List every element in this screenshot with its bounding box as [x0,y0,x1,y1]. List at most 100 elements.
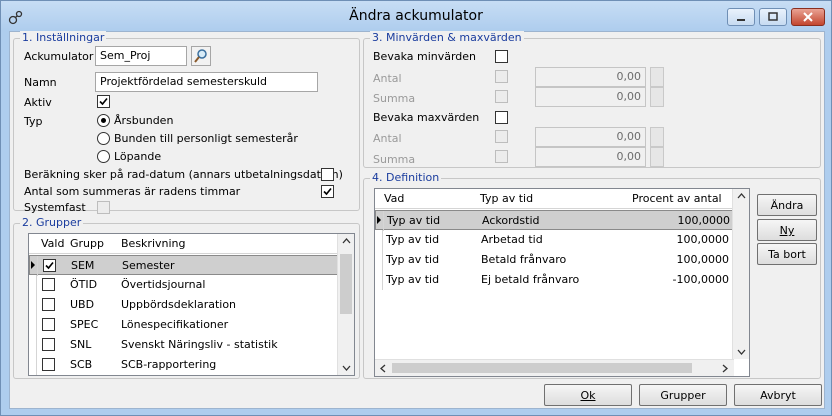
checkmark-icon [99,97,108,106]
table-row[interactable]: ÖTID Övertidsjournal [29,275,338,295]
vad-cell: Typ av tid [387,214,441,227]
andra-button-label: Ändra [770,199,804,212]
namn-field[interactable]: Projektfördelad semesterskuld [95,72,318,92]
aktiv-checkbox[interactable] [97,95,110,108]
grupp-cell: SPEC [70,318,99,331]
scroll-up-icon [342,238,351,244]
radio-arsbunden[interactable] [97,114,110,127]
col-beskrivning[interactable]: Beskrivning [121,237,186,250]
vald-checkbox[interactable] [42,298,55,311]
beskrivning-cell: SCB-rapportering [121,358,217,371]
minimize-button[interactable] [727,8,755,26]
row-indicator [29,355,37,375]
table-row[interactable]: Typ av tid Betald frånvaro 100,0000 [375,250,733,270]
vad-cell: Typ av tid [386,273,440,286]
row-indicator [376,211,384,231]
avbryt-button-label: Avbryt [760,389,796,402]
table-row[interactable]: UBD Uppbördsdeklaration [29,295,338,315]
procent-cell: 100,0000 [676,233,730,246]
grupp-cell: SEM [71,259,95,272]
table-row[interactable]: Typ av tid Ej betald frånvaro -100,0000 [375,270,733,290]
grupper-legend: 2. Grupper [20,216,84,229]
berakning-checkbox[interactable] [321,168,334,181]
typ-av-tid-cell: Betald frånvaro [481,253,567,266]
definition-header: Vad Typ av tid Procent av antal [375,189,734,209]
ackumulator-field[interactable]: Sem_Proj [95,46,187,66]
grupper-vscroll[interactable] [337,234,354,375]
grupper-button[interactable]: Grupper [639,384,727,406]
definition-vscroll[interactable] [732,189,749,359]
summa-max-checkbox [495,150,508,163]
systemfast-checkbox [97,201,110,214]
col-vald[interactable]: Vald [41,237,64,250]
ackumulator-label: Ackumulator [24,50,94,63]
definition-hscroll-thumb[interactable] [392,363,692,373]
scroll-down-icon [342,365,351,371]
avbryt-button[interactable]: Avbryt [734,384,822,406]
ta-bort-button[interactable]: Ta bort [757,243,817,265]
table-row[interactable]: Typ av tid Ackordstid 100,0000 [375,210,733,231]
ok-button[interactable]: Ok [544,384,632,406]
vald-checkbox[interactable] [42,338,55,351]
table-row[interactable]: SCB SCB-rapportering [29,355,338,375]
antal-timmar-checkbox[interactable] [321,185,334,198]
scroll-down-icon [737,349,746,355]
row-indicator [375,250,383,270]
definition-group: 4. Definition Vad Typ av tid Procent av … [363,171,821,379]
col-vad[interactable]: Vad [384,192,404,205]
summa-max-field: 0,00 [535,147,646,167]
close-button[interactable] [791,8,825,26]
radio-bunden-semesterar[interactable] [97,132,110,145]
vald-checkbox[interactable] [43,259,56,272]
grupp-cell: SCB [70,358,93,371]
search-button[interactable] [191,46,211,66]
table-row[interactable]: Typ av tid Arbetad tid 100,0000 [375,230,733,250]
andra-button[interactable]: Ändra [757,194,817,216]
col-typ-av-tid[interactable]: Typ av tid [480,192,533,205]
grupper-scroll-thumb[interactable] [340,254,352,314]
grupp-cell: SNL [70,338,92,351]
antal-max-lookup-button [650,127,664,147]
typ-av-tid-cell: Arbetad tid [481,233,543,246]
beskrivning-cell: Svenskt Näringsliv - statistik [121,338,278,351]
definition-grid[interactable]: Vad Typ av tid Procent av antal Typ av t… [374,188,750,377]
ny-button-label: Ny [779,224,795,237]
title-bar[interactable]: Ändra ackumulator [1,1,831,31]
grupp-cell: UBD [70,298,95,311]
checkmark-icon [45,261,54,270]
col-grupp[interactable]: Grupp [70,237,104,250]
ta-bort-button-label: Ta bort [768,248,806,261]
row-indicator [29,275,37,295]
antal-min-checkbox [495,70,508,83]
table-row[interactable]: SNL Svenskt Näringsliv - statistik [29,335,338,355]
radio-lopande[interactable] [97,150,110,163]
maximize-button[interactable] [759,8,787,26]
bevaka-min-checkbox[interactable] [495,50,508,63]
close-icon [803,12,813,22]
search-icon [194,49,207,63]
row-indicator [375,270,383,290]
col-procent[interactable]: Procent av antal [632,192,722,205]
bevaka-max-checkbox[interactable] [495,111,508,124]
bevaka-min-label: Bevaka minvärden [373,50,477,63]
scroll-right-icon [722,364,728,373]
vald-checkbox[interactable] [42,358,55,371]
installningar-group: 1. Inställningar Ackumulator Sem_Proj Na… [13,31,360,214]
ny-button[interactable]: Ny [757,219,817,241]
summa-max-label: Summa [373,153,416,166]
antal-max-checkbox [495,130,508,143]
table-row[interactable]: SPEC Lönespecifikationer [29,315,338,335]
vad-cell: Typ av tid [386,233,440,246]
vald-checkbox[interactable] [42,278,55,291]
minimize-icon [737,19,745,21]
grupper-header: Vald Grupp Beskrivning [29,234,339,254]
procent-cell: 100,0000 [677,214,731,227]
definition-hscroll[interactable] [375,359,734,376]
table-row[interactable]: SEM Semester [29,255,338,276]
grupp-cell: ÖTID [70,278,98,291]
beskrivning-cell: Uppbördsdeklaration [121,298,237,311]
vald-checkbox[interactable] [42,318,55,331]
radio-arsbunden-label: Årsbunden [114,114,174,127]
grupper-grid[interactable]: Vald Grupp Beskrivning SEM Semester ÖTID Öv… [28,233,355,376]
antal-min-lookup-button [650,67,664,87]
